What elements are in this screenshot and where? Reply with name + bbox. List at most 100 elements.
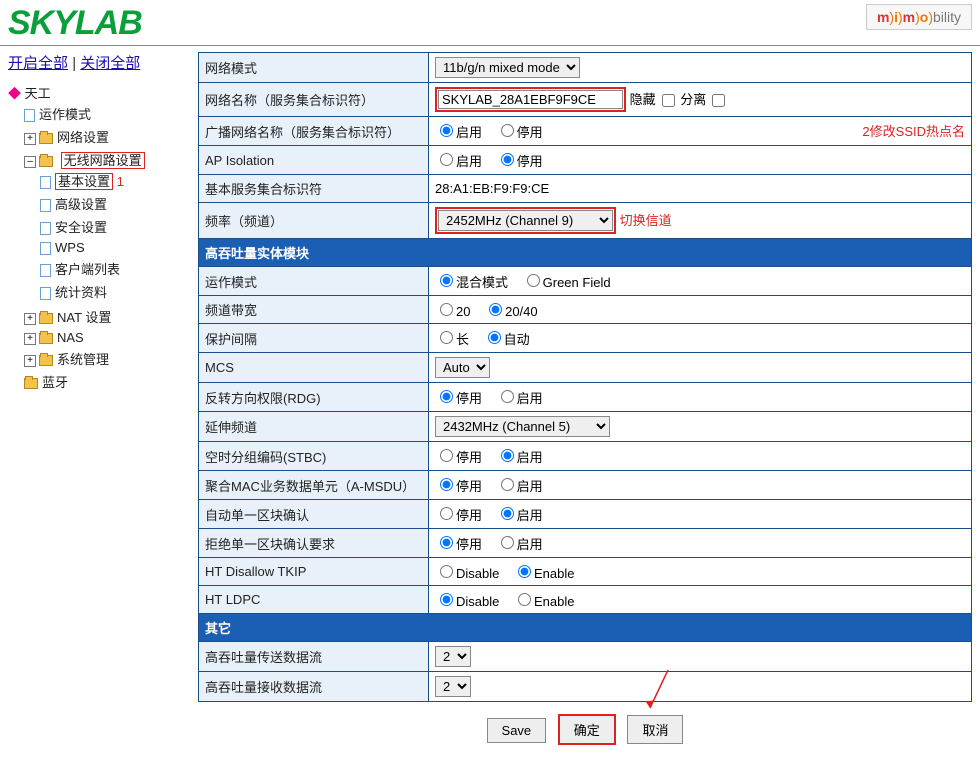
stbc-disable-radio[interactable]	[440, 449, 453, 462]
cancel-button[interactable]: 取消	[627, 715, 683, 744]
page-icon	[40, 176, 51, 189]
settings-table: 网络模式 11b/g/n mixed mode 网络名称（服务集合标识符） 隐藏…	[198, 52, 972, 702]
tree-wps[interactable]: WPS	[55, 240, 85, 255]
row-channel-label: 频率（频道）	[199, 203, 429, 239]
tree-op-mode[interactable]: 运作模式	[39, 107, 91, 122]
row-tkip-label: HT Disallow TKIP	[199, 558, 429, 586]
save-button[interactable]: Save	[487, 718, 547, 743]
row-declblock-label: 拒绝单一区块确认要求	[199, 529, 429, 558]
stbc-enable-radio[interactable]	[501, 449, 514, 462]
ok-button[interactable]: 确定	[558, 714, 616, 745]
toggle-icon[interactable]: +	[24, 313, 36, 325]
amsdu-enable-radio[interactable]	[501, 478, 514, 491]
tree-basic[interactable]: 基本设置	[55, 173, 113, 190]
tree-stats[interactable]: 统计资料	[55, 285, 107, 300]
rdg-disable-radio[interactable]	[440, 390, 453, 403]
tree-controls: 开启全部 | 关闭全部	[8, 52, 198, 73]
page-icon	[40, 264, 51, 277]
tree-security[interactable]: 安全设置	[55, 220, 107, 235]
row-ldpc-label: HT LDPC	[199, 586, 429, 614]
tree-nas[interactable]: NAS	[57, 330, 84, 345]
folder-icon	[39, 333, 53, 344]
autoblock-disable-radio[interactable]	[440, 507, 453, 520]
row-stbc-label: 空时分组编码(STBC)	[199, 442, 429, 471]
guard-auto-radio[interactable]	[488, 331, 501, 344]
separate-checkbox[interactable]	[712, 94, 725, 107]
folder-icon	[24, 378, 38, 389]
toggle-icon[interactable]: +	[24, 355, 36, 367]
annotation-1: 1	[117, 174, 124, 189]
page-icon	[40, 242, 51, 255]
hide-checkbox[interactable]	[662, 94, 675, 107]
ssid-input[interactable]	[438, 90, 623, 109]
row-autoblock-label: 自动单一区块确认	[199, 500, 429, 529]
autoblock-enable-radio[interactable]	[501, 507, 514, 520]
section-other: 其它	[199, 614, 972, 642]
ldpc-disable-radio[interactable]	[440, 593, 453, 606]
rxstream-select[interactable]: 2	[435, 676, 471, 697]
section-ht: 高吞吐量实体模块	[199, 239, 972, 267]
separate-label: 分离	[680, 92, 706, 107]
brand-logo: SKYLAB	[8, 4, 142, 43]
page-icon	[40, 222, 51, 235]
tree-root[interactable]: 天工	[25, 86, 51, 101]
extch-select[interactable]: 2432MHz (Channel 5)	[435, 416, 610, 437]
apiso-disable-radio[interactable]	[501, 153, 514, 166]
tree-network[interactable]: 网络设置	[57, 130, 109, 145]
guard-long-radio[interactable]	[440, 331, 453, 344]
folder-icon	[39, 355, 53, 366]
row-bssid-label: 基本服务集合标识符	[199, 175, 429, 203]
tkip-disable-radio[interactable]	[440, 565, 453, 578]
broadcast-disable-radio[interactable]	[501, 124, 514, 137]
ldpc-enable-radio[interactable]	[518, 593, 531, 606]
broadcast-enable-radio[interactable]	[440, 124, 453, 137]
toggle-icon[interactable]: –	[24, 156, 36, 168]
mcs-select[interactable]: Auto	[435, 357, 490, 378]
row-apiso-label: AP Isolation	[199, 146, 429, 175]
channel-select[interactable]: 2452MHz (Channel 9)	[438, 210, 613, 231]
opmode-green-radio[interactable]	[527, 274, 540, 287]
folder-icon	[39, 156, 53, 167]
row-bw-label: 频道带宽	[199, 296, 429, 324]
folder-icon	[39, 313, 53, 324]
page-icon	[40, 199, 51, 212]
tree-bluetooth[interactable]: 蓝牙	[42, 375, 68, 390]
txstream-select[interactable]: 2	[435, 646, 471, 667]
rdg-enable-radio[interactable]	[501, 390, 514, 403]
bw-2040-radio[interactable]	[489, 303, 502, 316]
apiso-enable-radio[interactable]	[440, 153, 453, 166]
declblock-disable-radio[interactable]	[440, 536, 453, 549]
folder-icon	[39, 133, 53, 144]
row-ssid-label: 网络名称（服务集合标识符）	[199, 83, 429, 117]
row-amsdu-label: 聚合MAC业务数据单元（A-MSDU）	[199, 471, 429, 500]
row-broadcast-label: 广播网络名称（服务集合标识符）	[199, 117, 429, 146]
tree-nat[interactable]: NAT 设置	[57, 310, 111, 325]
opmode-mixed-radio[interactable]	[440, 274, 453, 287]
row-guard-label: 保护间隔	[199, 324, 429, 353]
annotation-channel: 切换信道	[620, 213, 672, 228]
tree-advanced[interactable]: 高级设置	[55, 197, 107, 212]
expand-all-link[interactable]: 开启全部	[8, 55, 68, 72]
mimo-badge: m)i)m)o)bility	[866, 4, 972, 30]
amsdu-disable-radio[interactable]	[440, 478, 453, 491]
row-mcs-label: MCS	[199, 353, 429, 383]
tree-sysadmin[interactable]: 系统管理	[57, 352, 109, 367]
declblock-enable-radio[interactable]	[501, 536, 514, 549]
nav-tree: ◆ 天工 运作模式 + 网络设置 – 无线网路设置 基本设置 1 高级设置 安全设…	[8, 81, 198, 395]
tree-clients[interactable]: 客户端列表	[55, 262, 120, 277]
page-icon	[24, 109, 35, 122]
bw-20-radio[interactable]	[440, 303, 453, 316]
root-icon: ◆	[8, 86, 21, 101]
toggle-icon[interactable]: +	[24, 333, 36, 345]
row-rdg-label: 反转方向权限(RDG)	[199, 383, 429, 412]
row-opmode-label: 运作模式	[199, 267, 429, 296]
row-txstream-label: 高吞吐量传送数据流	[199, 642, 429, 672]
network-mode-select[interactable]: 11b/g/n mixed mode	[435, 57, 580, 78]
row-rxstream-label: 高吞吐量接收数据流	[199, 672, 429, 702]
row-network-mode-label: 网络模式	[199, 53, 429, 83]
collapse-all-link[interactable]: 关闭全部	[80, 55, 140, 72]
annotation-ssid: 2修改SSID热点名	[862, 121, 965, 140]
tree-wireless[interactable]: 无线网路设置	[61, 152, 145, 169]
tkip-enable-radio[interactable]	[518, 565, 531, 578]
toggle-icon[interactable]: +	[24, 133, 36, 145]
